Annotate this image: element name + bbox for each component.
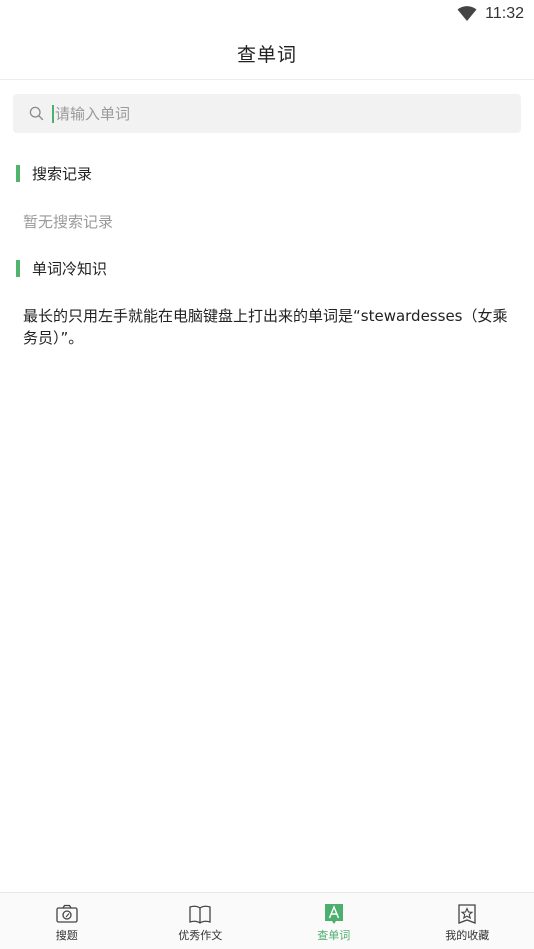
nav-label: 优秀作文 [178,929,223,942]
status-time: 11:32 [485,5,524,22]
header: 查单词 [0,28,534,80]
history-section-header: 搜索记录 [16,164,93,183]
trivia-text: 最长的只用左手就能在电脑键盘上打出来的单词是“stewardesses（女乘务员… [23,307,508,347]
text-caret [52,104,54,123]
trivia-title: 单词冷知识 [32,259,108,278]
nav-item-essays[interactable]: 优秀作文 [134,893,268,949]
letter-a-icon [324,904,343,924]
bottom-nav: 搜题 优秀作文 查单词 我的收藏 [0,892,534,949]
star-bookmark-icon [458,904,476,924]
screen: 11:32 查单词 搜索记录 暂无搜索记录 单词冷知识 最长的只用左手就能在电脑… [0,0,534,949]
section-accent-bar [16,164,20,182]
wifi-icon [457,6,477,21]
book-icon [189,905,211,924]
nav-item-favorites[interactable]: 我的收藏 [401,893,534,949]
history-empty-text: 暂无搜索记录 [23,213,114,231]
section-accent-bar [16,259,20,277]
camera-icon [56,904,78,923]
search-box[interactable] [13,94,521,133]
nav-item-lookup-word[interactable]: 查单词 [267,893,401,949]
page-title: 查单词 [236,44,297,66]
history-title: 搜索记录 [32,164,93,183]
nav-item-search-question[interactable]: 搜题 [0,893,134,949]
nav-label: 搜题 [55,929,78,942]
search-icon [29,106,44,121]
nav-label: 查单词 [317,929,351,942]
nav-label: 我的收藏 [445,929,490,942]
trivia-section-header: 单词冷知识 [16,259,108,278]
search-input[interactable] [55,104,475,123]
status-bar: 11:32 [0,0,534,28]
